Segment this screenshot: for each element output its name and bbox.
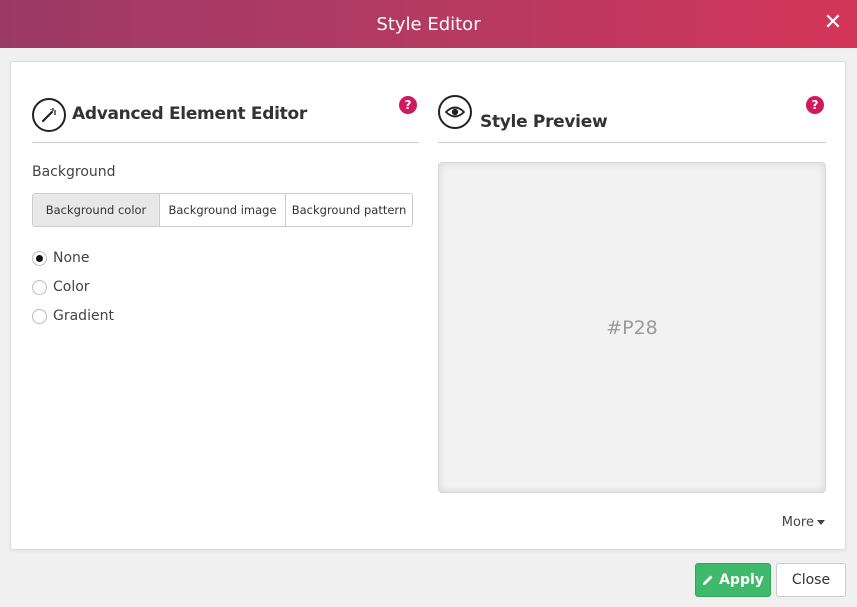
radio-none[interactable]: None: [32, 250, 90, 266]
radio-button[interactable]: [32, 308, 47, 324]
pencil-icon: [702, 574, 714, 586]
more-label: More: [781, 515, 814, 530]
close-button[interactable]: Close: [776, 563, 846, 597]
radio-label: None: [53, 250, 90, 266]
tab-background-image[interactable]: Background image: [160, 194, 286, 226]
radio-button[interactable]: [32, 250, 47, 266]
radio-color[interactable]: Color: [32, 279, 90, 295]
radio-label: Gradient: [53, 308, 114, 324]
eye-icon: [438, 95, 472, 129]
help-icon[interactable]: ?: [806, 96, 824, 114]
editor-header: Advanced Element Editor ?: [32, 96, 419, 143]
preview-header: Style Preview ?: [438, 94, 826, 143]
window-title: Style Editor: [376, 13, 481, 35]
preview-element-id: #P28: [606, 316, 658, 339]
radio-label: Color: [53, 279, 90, 295]
style-preview-area: #P28: [438, 162, 826, 493]
tab-background-color[interactable]: Background color: [33, 194, 160, 226]
radio-button[interactable]: [32, 279, 47, 295]
preview-title: Style Preview: [480, 112, 608, 132]
radio-gradient[interactable]: Gradient: [32, 308, 114, 324]
help-icon[interactable]: ?: [399, 96, 417, 114]
background-tabs: Background color Background image Backgr…: [32, 193, 413, 227]
apply-button[interactable]: Apply: [695, 563, 771, 597]
tab-background-pattern[interactable]: Background pattern: [286, 194, 412, 226]
apply-label: Apply: [719, 572, 764, 588]
editor-title: Advanced Element Editor: [72, 104, 307, 124]
title-bar: Style Editor ✕: [0, 0, 857, 48]
magic-wand-icon: [32, 98, 66, 132]
editor-panel: Advanced Element Editor ? Background Bac…: [10, 61, 846, 550]
close-icon[interactable]: ✕: [821, 9, 845, 37]
more-dropdown[interactable]: More: [782, 515, 825, 530]
background-label: Background: [32, 164, 116, 180]
caret-down-icon: [817, 520, 825, 525]
